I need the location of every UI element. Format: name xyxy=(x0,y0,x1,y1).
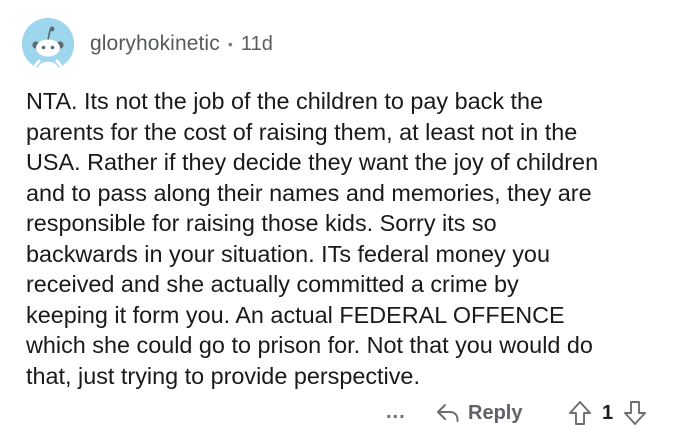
user-avatar[interactable] xyxy=(22,18,74,70)
header-separator: • xyxy=(227,36,233,52)
upvote-arrow-icon[interactable] xyxy=(568,400,592,426)
reply-arrow-icon xyxy=(436,402,460,424)
reddit-snoo-avatar-icon xyxy=(22,18,74,70)
comment-actions: ... Reply 1 xyxy=(0,398,700,428)
reply-label: Reply xyxy=(468,401,523,424)
comment: gloryhokinetic • 11d NTA. Its not the jo… xyxy=(0,0,700,439)
comment-age[interactable]: 11d xyxy=(241,33,273,56)
more-options-button[interactable]: ... xyxy=(386,398,406,426)
comment-header: gloryhokinetic • 11d xyxy=(90,32,273,56)
vote-count: 1 xyxy=(602,401,614,424)
reply-button[interactable]: Reply xyxy=(436,398,522,428)
author-username[interactable]: gloryhokinetic xyxy=(90,32,220,56)
comment-body: NTA. Its not the job of the children to … xyxy=(26,88,599,389)
vote-controls: 1 xyxy=(568,398,647,428)
downvote-arrow-icon[interactable] xyxy=(623,400,647,426)
